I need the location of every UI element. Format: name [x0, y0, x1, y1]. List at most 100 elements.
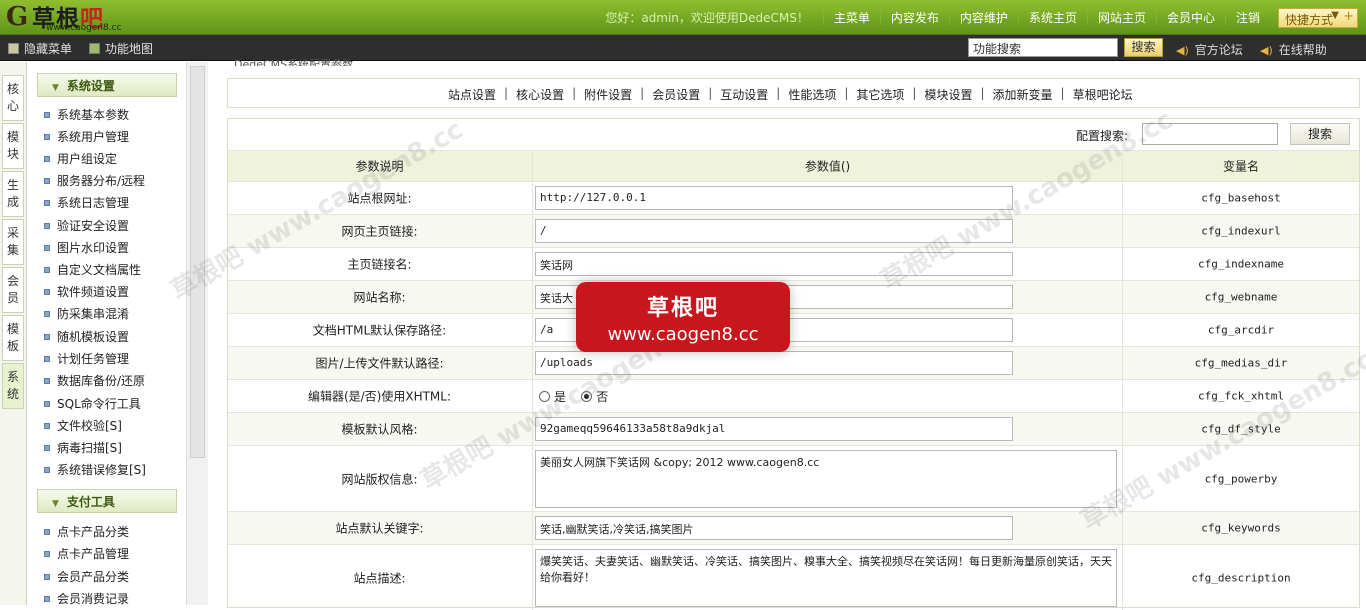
online-help-link[interactable]: ◀) 在线帮助	[1260, 41, 1327, 58]
menu-group-system-settings[interactable]: ▼ 系统设置	[37, 73, 177, 97]
tab-forum[interactable]: 草根吧论坛	[1073, 86, 1133, 103]
plus-icon[interactable]: +	[1343, 9, 1354, 24]
menu-item[interactable]: 会员消费记录	[44, 590, 129, 605]
site-logo[interactable]: G 草根吧 www.caogen8.cc	[6, 2, 156, 34]
chevron-down-icon: ▼	[1331, 9, 1339, 21]
radio-no[interactable]: 否	[581, 390, 608, 404]
row-var-name: cfg_medias_dir	[1194, 356, 1288, 370]
function-map-button[interactable]: 功能地图	[89, 40, 153, 57]
left-menu: ▼ 系统设置 系统基本参数 系统用户管理 用户组设定 服务器分布/远程 系统日志管…	[28, 62, 184, 605]
menu-item[interactable]: 病毒扫描[S]	[44, 439, 122, 456]
tab-add-variable[interactable]: 添加新变量	[993, 86, 1053, 103]
row-var-name: cfg_indexurl	[1201, 224, 1281, 238]
vtab-collect[interactable]: 采集	[2, 219, 24, 265]
menu-item[interactable]: 防采集串混淆	[44, 305, 129, 322]
menu-item[interactable]: 随机模板设置	[44, 328, 129, 345]
tab-module-settings[interactable]: 模块设置	[924, 86, 972, 103]
row-label: 文档HTML默认保存路径:	[312, 323, 447, 338]
official-forum-link[interactable]: ◀) 官方论坛	[1176, 41, 1243, 58]
vtab-core[interactable]: 核心	[2, 75, 24, 121]
tab-attachment-settings[interactable]: 附件设置	[584, 86, 632, 103]
menu-item[interactable]: SQL命令行工具	[44, 395, 141, 412]
function-search-input[interactable]: 功能搜索	[968, 38, 1118, 57]
menu-item[interactable]: 自定义文档属性	[44, 261, 141, 278]
quick-links-dropdown[interactable]: 快捷方式 ▼ +	[1278, 7, 1358, 28]
top-link-main-menu[interactable]: 主菜单	[822, 10, 880, 25]
top-link-content-maintain[interactable]: 内容维护	[948, 10, 1018, 25]
row-label: 编辑器(是/否)使用XHTML:	[307, 389, 452, 404]
bullet-icon	[44, 529, 50, 535]
hide-menu-button[interactable]: 隐藏菜单	[8, 40, 72, 57]
config-search-button[interactable]: 搜索	[1290, 123, 1350, 145]
vtab-member[interactable]: 会员	[2, 267, 24, 313]
table-row: 网站版权信息: 美丽女人网旗下笑话网 &copy; 2012 www.caoge…	[228, 445, 1359, 511]
radio-icon[interactable]	[539, 391, 550, 402]
menu-item[interactable]: 系统日志管理	[44, 194, 129, 211]
scrollbar-thumb[interactable]	[190, 66, 205, 458]
bullet-icon	[44, 267, 50, 273]
tab-core-settings[interactable]: 核心设置	[516, 86, 564, 103]
df-style-input[interactable]: 92gameqq59646133a58t8a9dkjal	[535, 417, 1013, 441]
bullet-icon	[44, 311, 50, 317]
top-link-system-home[interactable]: 系统主页	[1017, 10, 1087, 25]
watermark-url: www.caogen8.cc	[607, 324, 759, 345]
menu-item[interactable]: 文件校验[S]	[44, 417, 122, 434]
vtab-system[interactable]: 系统	[2, 363, 24, 409]
function-search-button[interactable]: 搜索	[1124, 38, 1163, 57]
radio-selected-icon[interactable]	[581, 391, 593, 402]
menu-scrollbar[interactable]	[186, 62, 208, 605]
powerby-textarea[interactable]: 美丽女人网旗下笑话网 &copy; 2012 www.caogen8.cc	[535, 450, 1117, 508]
menu-group-payment-tools[interactable]: ▼ 支付工具	[37, 489, 177, 513]
indexurl-input[interactable]: /	[535, 219, 1013, 243]
tab-interaction-settings[interactable]: 互动设置	[720, 86, 768, 103]
welcome-text: 您好：admin，欢迎使用DedeCMS！	[605, 11, 809, 25]
medias-dir-input[interactable]: /uploads	[535, 351, 1013, 375]
config-search-input[interactable]	[1142, 123, 1278, 145]
menu-item[interactable]: 服务器分布/远程	[44, 172, 145, 189]
menu-item[interactable]: 点卡产品管理	[44, 545, 129, 562]
menu-item[interactable]: 系统用户管理	[44, 128, 129, 145]
vtab-generate[interactable]: 生成	[2, 171, 24, 217]
top-link-logout[interactable]: 注销	[1224, 10, 1270, 25]
top-link-content-publish[interactable]: 内容发布	[879, 10, 949, 25]
bullet-icon	[44, 378, 50, 384]
bullet-icon	[44, 112, 50, 118]
basehost-input[interactable]: http://127.0.0.1	[535, 186, 1013, 210]
indexname-input[interactable]: 笑话网	[535, 252, 1013, 276]
menu-item[interactable]: 验证安全设置	[44, 217, 129, 234]
row-var-name: cfg_webname	[1204, 290, 1278, 304]
quick-links-label: 快捷方式	[1285, 12, 1334, 27]
menu-item[interactable]: 点卡产品分类	[44, 523, 129, 540]
config-panel: 配置搜索: 搜索 参数说明 参数值() 变量名 站点根网址: http://12…	[227, 118, 1360, 610]
row-var-name: cfg_basehost	[1201, 191, 1281, 205]
menu-item[interactable]: 会员产品分类	[44, 568, 129, 585]
top-link-website-home[interactable]: 网站主页	[1086, 10, 1156, 25]
menu-item[interactable]: 计划任务管理	[44, 350, 129, 367]
header-param-value: 参数值()	[804, 159, 851, 174]
tab-other-options[interactable]: 其它选项	[856, 86, 904, 103]
keywords-input[interactable]: 笑话,幽默笑话,冷笑话,搞笑图片	[535, 516, 1013, 540]
header-var-name: 变量名	[1222, 159, 1259, 174]
radio-yes[interactable]: 是	[539, 390, 566, 404]
table-row: 网页主页链接: / cfg_indexurl	[228, 214, 1359, 247]
bullet-icon	[44, 134, 50, 140]
menu-item[interactable]: 软件频道设置	[44, 283, 129, 300]
vtab-template[interactable]: 模板	[2, 315, 24, 361]
menu-item[interactable]: 图片水印设置	[44, 239, 129, 256]
bullet-icon	[44, 401, 50, 407]
watermark-logo: 草根吧 www.caogen8.cc	[576, 282, 790, 352]
config-search-label: 配置搜索:	[1076, 129, 1129, 143]
menu-item[interactable]: 用户组设定	[44, 150, 117, 167]
table-row: 站点根网址: http://127.0.0.1 cfg_basehost	[228, 181, 1359, 214]
tab-site-settings[interactable]: 站点设置	[448, 86, 496, 103]
top-link-member-center[interactable]: 会员中心	[1155, 10, 1225, 25]
vtab-modules[interactable]: 模块	[2, 123, 24, 169]
config-tabs-bar: 站点设置 | 核心设置 | 附件设置 | 会员设置 | 互动设置 | 性能选项 | 其它选项…	[227, 78, 1360, 108]
tab-performance-options[interactable]: 性能选项	[788, 86, 836, 103]
menu-item[interactable]: 系统错误修复[S]	[44, 461, 146, 478]
tab-member-settings[interactable]: 会员设置	[652, 86, 700, 103]
menu-item[interactable]: 系统基本参数	[44, 106, 129, 123]
menu-item[interactable]: 数据库备份/还原	[44, 372, 145, 389]
top-nav: 您好：admin，欢迎使用DedeCMS！ 主菜单 内容发布 内容维护 系统主页…	[605, 0, 1366, 35]
description-textarea[interactable]: 爆笑笑话、夫妻笑话、幽默笑话、冷笑话、搞笑图片、糗事大全、搞笑视频尽在笑话网！每…	[535, 549, 1117, 607]
